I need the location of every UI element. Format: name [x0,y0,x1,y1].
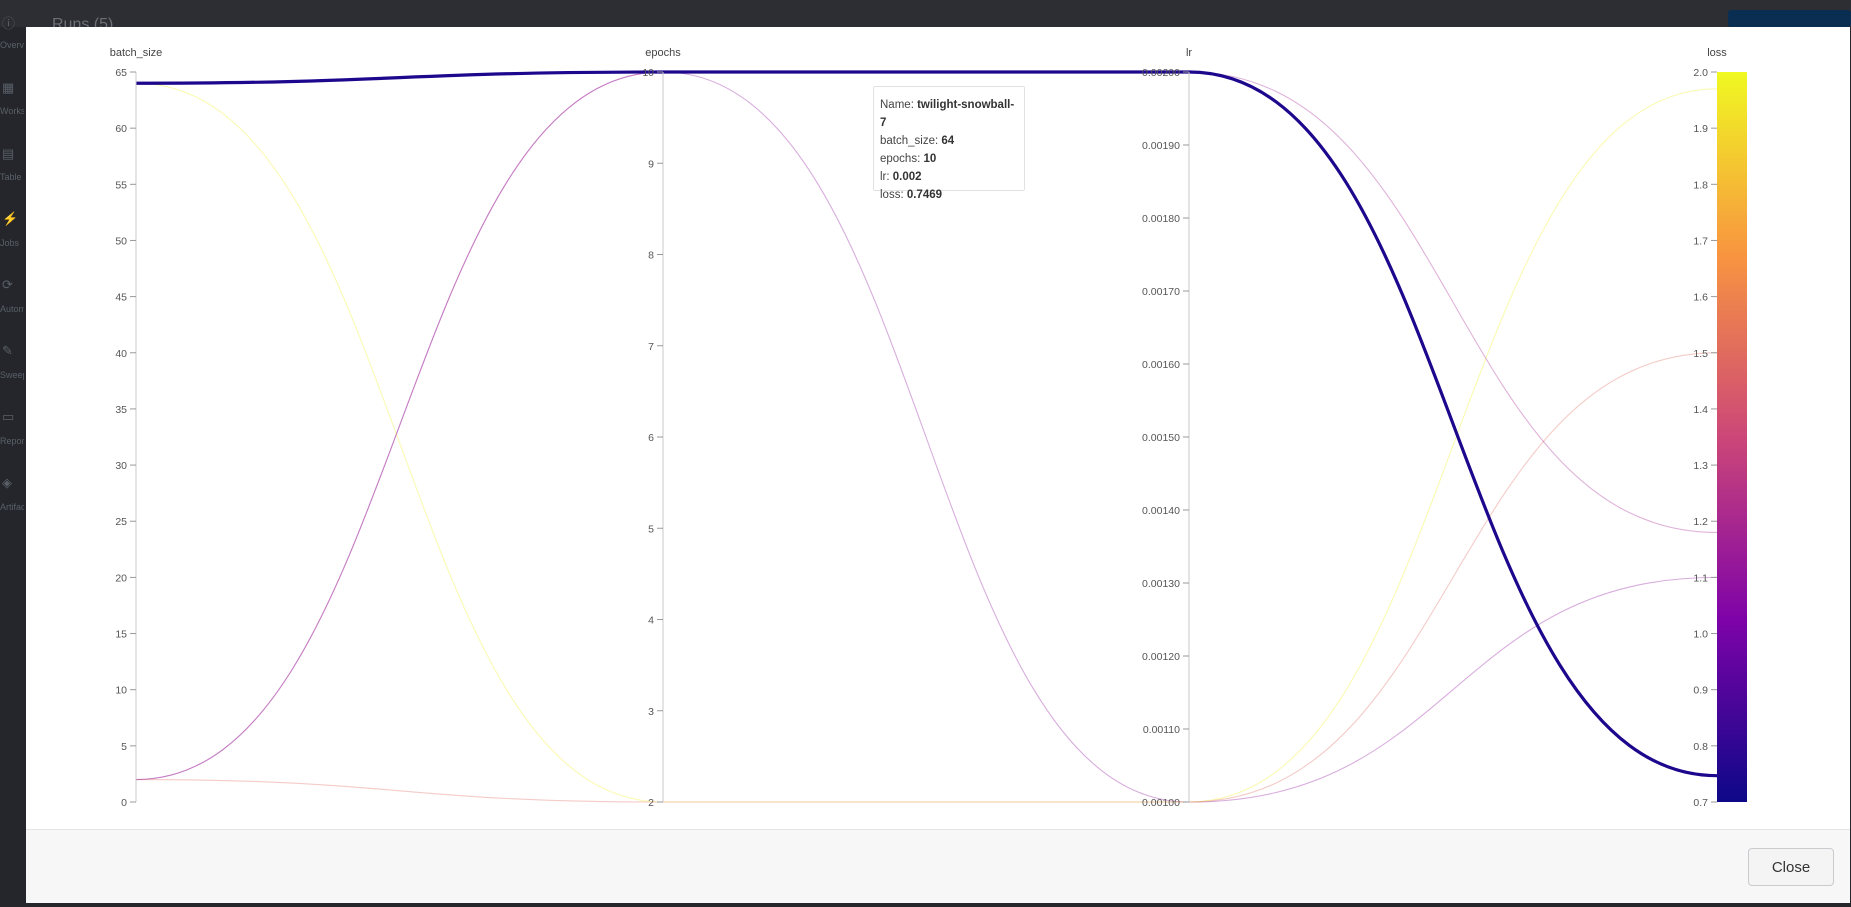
tick-label: 10 [642,67,654,79]
tick-label: 60 [115,123,127,135]
tick-label: 0.00180 [1142,213,1180,225]
tick-label: 1.2 [1693,516,1708,528]
tick-label: 15 [115,629,127,641]
background-topbar [0,0,1851,27]
automation-icon: ⟳ [2,277,13,292]
tick-label: 55 [115,179,127,191]
tick-label: 1.9 [1693,123,1708,135]
tick-label: 4 [648,615,654,627]
sidebar-label-sweeps: Sweeps [0,370,24,380]
tick-label: 5 [121,741,127,753]
tooltip-lr-label: lr [880,171,887,183]
sidebar-label-table: Table [0,172,22,182]
parallel-coordinates-modal: batch_size 0 5 10 15 20 25 30 35 40 45 50 55 60 65 epoc… [26,27,1850,903]
tick-label: 40 [115,348,127,360]
broom-icon: ✎ [2,343,13,358]
tooltip-name-row: Name: twilight-snowball-7 [880,99,1015,129]
tooltip-lr-value: 0.002 [892,171,922,183]
tooltip-epochs-row: epochs: 10 [880,153,937,165]
modal-footer: Close [26,829,1850,903]
tooltip-batch-value: 64 [941,135,955,147]
tick-label: 0.00100 [1142,797,1180,809]
tick-label: 2.0 [1693,67,1708,79]
workspace-icon: ▦ [2,80,15,95]
tooltip-name-label: Name [880,99,911,111]
tooltip-loss-row: loss: 0.7469 [880,189,943,201]
tick-label: 65 [115,67,127,79]
tick-label: 35 [115,404,127,416]
info-icon: ⓘ [2,16,16,31]
tick-label: 6 [648,432,654,444]
tooltip-loss-label: loss [880,189,901,201]
sidebar-label-reports: Reports [0,436,24,446]
tick-label: 3 [648,706,654,718]
tick-label: 50 [115,235,127,247]
tick-label: 0.9 [1693,685,1708,697]
tooltip-lr-row: lr: 0.002 [880,171,922,183]
tick-label: 1.8 [1693,179,1708,191]
sidebar-label-overview: Overview [0,40,24,50]
tick-label: 0.00120 [1142,651,1180,663]
tick-label: 0.7 [1693,797,1708,809]
tick-label: 2 [648,797,654,809]
tick-label: 9 [648,158,654,170]
tick-label: 1.7 [1693,235,1708,247]
tick-label: 1.1 [1693,572,1708,584]
tick-label: 1.0 [1693,629,1708,641]
tick-label: 5 [648,523,654,535]
axis-title-batch_size: batch_size [110,47,163,59]
sidebar-label-jobs: Jobs [0,238,20,248]
sidebar-label-workspace: Workspace [0,106,24,116]
tick-label: 20 [115,572,127,584]
tick-label: 8 [648,250,654,262]
tick-label: 0.00160 [1142,359,1180,371]
tick-label: 45 [115,292,127,304]
tick-label: 7 [648,341,654,353]
axis-title-epochs: epochs [645,47,681,59]
tooltip-epochs-value: 10 [923,153,937,165]
table-icon: ▤ [2,146,15,161]
tooltip-epochs-label: epochs [880,153,918,165]
run-tooltip: Name: twilight-snowball-7 batch_size: 64… [873,86,1025,201]
layers-icon: ◈ [2,475,12,490]
tooltip-batch-label: batch_size [880,135,935,147]
tick-label: 0.00170 [1142,286,1180,298]
loss-color-bar [1717,72,1747,802]
axis-title-lr: lr [1186,47,1192,59]
tick-label: 1.5 [1693,348,1708,360]
tick-label: 0.00190 [1142,140,1180,152]
background-primary-button [1728,10,1851,27]
tick-label: 1.4 [1693,404,1708,416]
axis-title-loss: loss [1707,47,1727,59]
tick-label: 25 [115,516,127,528]
tick-label: 0.00130 [1142,578,1180,590]
tick-label: 0 [121,797,127,809]
tooltip-batch-row: batch_size: 64 [880,135,955,147]
tick-label: 10 [115,685,127,697]
tick-label: 30 [115,460,127,472]
sidebar-label-automations: Automations [0,304,24,314]
tick-label: 0.00140 [1142,505,1180,517]
tooltip-loss-value: 0.7469 [906,189,943,201]
sidebar-label-artifacts: Artifacts [0,502,24,512]
tick-label: 0.00110 [1143,724,1180,736]
close-button[interactable]: Close [1748,848,1834,886]
tick-label: 0.8 [1693,741,1708,753]
tick-label: 1.3 [1693,460,1708,472]
report-icon: ▭ [2,409,15,424]
tick-label: 0.00200 [1142,67,1180,79]
tick-label: 1.6 [1693,292,1708,304]
lightning-icon: ⚡ [2,211,19,226]
tick-label: 0.00150 [1142,432,1180,444]
run-line [135,352,1718,803]
